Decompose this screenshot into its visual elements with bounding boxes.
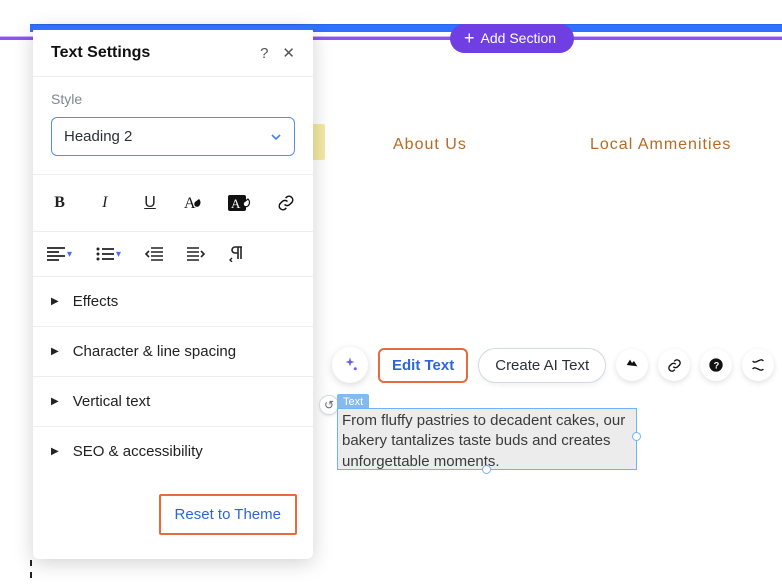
reset-to-theme-button[interactable]: Reset to Theme [159, 494, 297, 535]
seo-section[interactable]: ▶ SEO & accessibility [33, 427, 313, 476]
help-icon[interactable]: ? [260, 45, 268, 62]
chevron-down-icon: ▾ [67, 249, 72, 260]
rotate-handle[interactable]: ↺ [319, 395, 339, 415]
style-label: Style [51, 91, 295, 107]
style-block: Style Heading 2 [33, 77, 313, 175]
create-ai-text-button[interactable]: Create AI Text [478, 348, 606, 383]
char-spacing-section[interactable]: ▶ Character & line spacing [33, 327, 313, 377]
caret-right-icon: ▶ [51, 446, 59, 457]
chevron-down-icon: ▾ [116, 249, 121, 260]
format-toolbar: B I U A A [33, 175, 313, 232]
plus-icon: + [464, 31, 475, 45]
style-dropdown[interactable]: Heading 2 [51, 117, 295, 156]
underline-button[interactable]: U [137, 189, 162, 217]
caret-right-icon: ▶ [51, 296, 59, 307]
style-value: Heading 2 [64, 128, 132, 145]
text-element[interactable]: From fluffy pastries to decadent cakes, … [337, 408, 637, 470]
add-section-button[interactable]: + Add Section [450, 24, 574, 53]
seo-label: SEO & accessibility [73, 443, 203, 460]
chevron-down-icon [270, 131, 282, 143]
link-button[interactable] [274, 189, 299, 217]
highlight-color-button[interactable]: A [228, 189, 254, 217]
outdent-button[interactable] [145, 247, 163, 261]
stretch-button[interactable] [742, 349, 774, 381]
svg-text:A: A [231, 196, 241, 211]
effects-section[interactable]: ▶ Effects [33, 277, 313, 327]
ai-sparkle-button[interactable] [332, 347, 368, 383]
panel-header: Text Settings ? ✕ [33, 30, 313, 77]
effects-label: Effects [73, 293, 119, 310]
italic-button[interactable]: I [92, 189, 117, 217]
resize-handle-south[interactable] [482, 465, 491, 474]
vertical-text-section[interactable]: ▶ Vertical text [33, 377, 313, 427]
indent-button[interactable] [187, 247, 205, 261]
paragraph-toolbar: ▾ ▾ [33, 232, 313, 277]
align-button[interactable]: ▾ [47, 247, 72, 261]
svg-text:?: ? [714, 360, 720, 370]
element-floating-toolbar: Edit Text Create AI Text ? [332, 347, 774, 383]
nav-about-us[interactable]: About Us [393, 136, 467, 154]
svg-text:A: A [184, 195, 196, 212]
link-button[interactable] [658, 349, 690, 381]
resize-handle-east[interactable] [632, 432, 641, 441]
text-direction-button[interactable] [229, 246, 245, 262]
ruler-tick [30, 560, 36, 578]
animation-button[interactable] [616, 349, 648, 381]
add-section-label: Add Section [481, 30, 557, 46]
nav-local-amenities[interactable]: Local Ammenities [590, 136, 731, 154]
text-settings-panel: Text Settings ? ✕ Style Heading 2 B I U … [33, 26, 313, 559]
panel-title: Text Settings [51, 44, 150, 62]
vertical-text-label: Vertical text [73, 393, 151, 410]
caret-right-icon: ▶ [51, 396, 59, 407]
close-icon[interactable]: ✕ [282, 46, 295, 61]
caret-right-icon: ▶ [51, 346, 59, 357]
char-spacing-label: Character & line spacing [73, 343, 236, 360]
bold-button[interactable]: B [47, 189, 72, 217]
help-button[interactable]: ? [700, 349, 732, 381]
edit-text-button[interactable]: Edit Text [378, 348, 468, 383]
text-color-button[interactable]: A [183, 189, 208, 217]
list-button[interactable]: ▾ [96, 247, 121, 261]
